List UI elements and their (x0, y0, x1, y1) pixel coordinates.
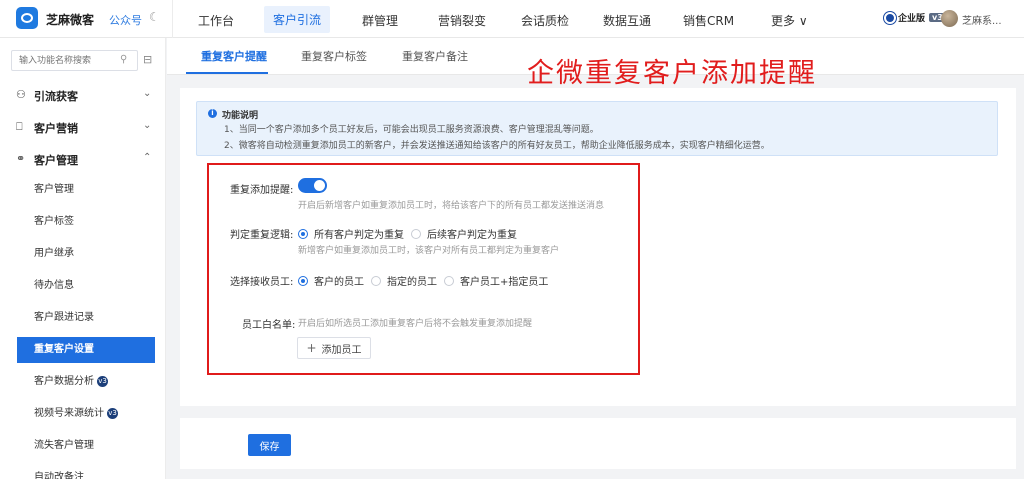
repeat-reminder-label: 重复添加提醒: (230, 185, 294, 196)
radio-dot (371, 275, 381, 286)
notice-line: 1、当同一个客户添加多个员工好友后，可能会出现员工服务资源浪费、客户管理混乱等问… (224, 125, 599, 135)
info-icon: i (208, 109, 217, 118)
sidebar-item-lost-customers[interactable]: 流失客户管理 (17, 433, 155, 459)
sidebar-item-label: 客户数据分析 (34, 376, 94, 387)
sidebar-item-repeat-settings[interactable]: 重复客户设置 (17, 337, 155, 363)
version-badge: v3 (97, 375, 108, 387)
whitelist-hint: 开启后如所选员工添加重复客户后将不会触发重复添加提醒 (298, 319, 533, 329)
chevron-down-icon: ⌄ (143, 88, 152, 99)
bookmark-icon: ⎕ (16, 120, 23, 133)
nav-marketing-fission[interactable]: 营销裂变 (438, 12, 486, 29)
version-badge: v3 (107, 407, 118, 419)
radio-dot (298, 228, 308, 239)
nav-data-sync[interactable]: 数据互通 (603, 12, 651, 29)
sidebar-item-data-analysis[interactable]: 客户数据分析 v3 (17, 369, 155, 395)
sidebar-section-marketing[interactable]: ⎕ 客户营销 ⌄ (0, 117, 166, 139)
annotation-title: 企微重复客户添加提醒 (527, 58, 817, 89)
collapse-sidebar-icon[interactable]: ⊟ (143, 53, 152, 66)
plus-icon: + (306, 341, 317, 355)
app-name[interactable]: 芝麻微客 (46, 11, 94, 28)
whitelist-label: 员工白名单: (242, 320, 296, 331)
sidebar-item-customer-management[interactable]: 客户管理 (17, 177, 155, 203)
edition-badge[interactable]: 企业版 v3 (884, 11, 946, 24)
nav-group-management[interactable]: 群管理 (362, 12, 398, 29)
nav-workbench[interactable]: 工作台 (198, 12, 234, 29)
search-input[interactable] (11, 50, 138, 71)
radio-label: 指定的员工 (387, 277, 437, 288)
sidebar-section-label: 客户营销 (34, 122, 78, 135)
logic-hint: 新增客户如重复添加员工时，该客户对所有员工都判定为重复客户 (298, 246, 560, 256)
tab-repeat-tags[interactable]: 重复客户标签 (301, 48, 367, 64)
notice-title: 功能说明 (222, 111, 259, 121)
footer-bar (180, 418, 1016, 469)
nav-session-inspection[interactable]: 会话质检 (521, 12, 569, 29)
app-logo-icon[interactable] (16, 7, 38, 29)
sidebar-item-follow-up[interactable]: 客户跟进记录 (17, 305, 155, 331)
radio-dot (444, 275, 454, 286)
logic-label: 判定重复逻辑: (230, 230, 294, 241)
gzh-link[interactable]: 公众号 (109, 12, 142, 28)
radio-customer-staff[interactable]: 客户的员工 (298, 273, 364, 288)
feature-notice: i 功能说明 1、当同一个客户添加多个员工好友后，可能会出现员工服务资源浪费、客… (196, 101, 998, 156)
add-staff-label: 添加员工 (321, 344, 362, 356)
receiver-label: 选择接收员工: (230, 277, 294, 288)
sidebar-item-user-inheritance[interactable]: 用户继承 (17, 241, 155, 267)
sidebar: ⚲ ⊟ ⚇ 引流获客 ⌄ ⎕ 客户营销 ⌄ ⚭ 客户管理 ⌃ 客户管理 客户标签… (0, 38, 166, 479)
radio-label: 客户的员工 (314, 277, 364, 288)
radio-specified-staff[interactable]: 指定的员工 (371, 273, 437, 288)
users-icon: ⚭ (16, 152, 26, 165)
sidebar-item-auto-remark[interactable]: 自动改备注 (17, 465, 155, 479)
sidebar-item-label: 视频号来源统计 (34, 408, 104, 419)
search-icon[interactable]: ⚲ (120, 54, 127, 65)
sidebar-item-video-source[interactable]: 视频号来源统计 v3 (17, 401, 155, 427)
sidebar-section-label: 客户管理 (34, 154, 78, 167)
save-button[interactable]: 保存 (248, 434, 291, 456)
chevron-up-icon: ⌃ (143, 152, 152, 163)
radio-all-repeat[interactable]: 所有客户判定为重复 (298, 226, 404, 241)
nav-sales-crm[interactable]: 销售CRM (683, 12, 734, 29)
radio-label: 所有客户判定为重复 (314, 230, 404, 241)
chevron-down-icon: ⌄ (143, 120, 152, 131)
user-plus-icon: ⚇ (16, 88, 26, 101)
radio-dot (298, 275, 308, 286)
theme-moon-icon[interactable]: ☾ (149, 10, 160, 24)
radio-dot (411, 228, 421, 239)
radio-label: 后续客户判定为重复 (427, 230, 517, 241)
divider (172, 0, 173, 38)
radio-customer-plus-specified[interactable]: 客户员工+指定员工 (444, 273, 548, 288)
sidebar-item-customer-tags[interactable]: 客户标签 (17, 209, 155, 235)
sidebar-section-customer-management[interactable]: ⚭ 客户管理 ⌃ (0, 149, 166, 171)
user-name[interactable]: 芝麻系... (962, 12, 1002, 27)
notice-line: 2、微客将自动检测重复添加员工的新客户，并会发送推送通知给该客户的所有好友员工，… (224, 141, 770, 151)
radio-subsequent-repeat[interactable]: 后续客户判定为重复 (411, 226, 517, 241)
active-tab-indicator (186, 72, 268, 74)
repeat-reminder-hint: 开启后新增客户如重复添加员工时，将给该客户下的所有员工都发送推送消息 (298, 201, 605, 211)
avatar[interactable] (941, 10, 958, 27)
radio-label: 客户员工+指定员工 (460, 277, 549, 288)
sidebar-item-todo[interactable]: 待办信息 (17, 273, 155, 299)
top-bar: 芝麻微客 公众号 ☾ 工作台 客户引流 群管理 营销裂变 会话质检 数据互通 销… (0, 0, 1024, 38)
repeat-reminder-toggle[interactable] (298, 178, 327, 193)
toggle-knob (314, 180, 325, 191)
sidebar-section-acquisition[interactable]: ⚇ 引流获客 ⌄ (0, 85, 166, 107)
add-staff-button[interactable]: + 添加员工 (297, 337, 371, 359)
tab-repeat-reminder[interactable]: 重复客户提醒 (201, 48, 267, 64)
edition-label: 企业版 (898, 14, 926, 24)
sidebar-section-label: 引流获客 (34, 90, 78, 103)
edition-logo-icon (884, 11, 896, 24)
nav-more[interactable]: 更多 ∨ (771, 12, 808, 29)
tab-repeat-remarks[interactable]: 重复客户备注 (402, 48, 468, 64)
nav-customer-acquisition[interactable]: 客户引流 (264, 6, 331, 33)
